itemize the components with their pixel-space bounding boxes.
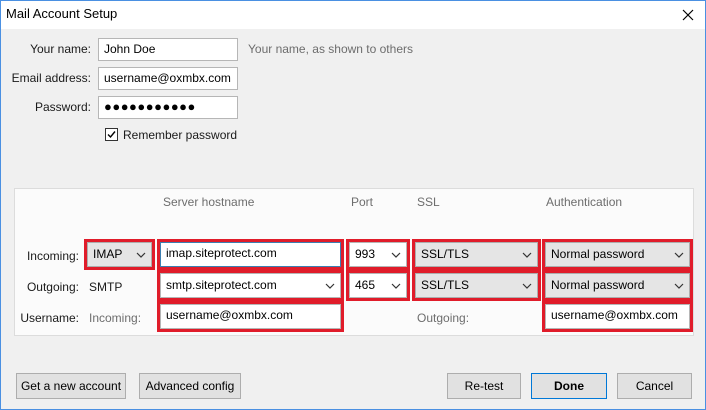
- close-icon: [682, 9, 694, 21]
- outgoing-protocol: SMTP: [89, 280, 123, 294]
- incoming-protocol-select[interactable]: IMAP: [87, 242, 152, 267]
- outgoing-hostname-select[interactable]: smtp.siteprotect.com: [160, 273, 341, 298]
- name-hint: Your name, as shown to others: [248, 42, 413, 56]
- column-header-hostname: Server hostname: [163, 195, 255, 209]
- outgoing-ssl-value: SSL/TLS: [421, 278, 470, 292]
- username-incoming-field[interactable]: username@oxmbx.com: [160, 304, 341, 329]
- chevron-down-icon: [522, 283, 532, 289]
- chevron-down-icon: [674, 252, 684, 258]
- outgoing-auth-value: Normal password: [551, 278, 645, 292]
- outgoing-hostname-value: smtp.siteprotect.com: [166, 278, 277, 292]
- username-outgoing-field[interactable]: username@oxmbx.com: [545, 304, 690, 329]
- email-field[interactable]: username@oxmbx.com: [98, 67, 238, 90]
- chevron-down-icon: [136, 252, 146, 258]
- username-label: Username:: [20, 311, 79, 325]
- name-label-text: Your name:: [30, 42, 91, 56]
- chevron-down-icon: [391, 283, 401, 289]
- checkmark-icon: [107, 131, 116, 139]
- window-title: Mail Account Setup: [6, 6, 118, 21]
- incoming-hostname-field[interactable]: imap.siteprotect.com: [160, 242, 341, 267]
- email-label: Email address:: [11, 71, 91, 85]
- chevron-down-icon: [325, 283, 335, 289]
- password-label: Password:: [34, 100, 91, 114]
- column-header-port: Port: [351, 195, 374, 209]
- column-header-ssl: SSL: [417, 195, 440, 209]
- outgoing-auth-select[interactable]: Normal password: [545, 273, 690, 298]
- advanced-config-button[interactable]: Advanced config: [139, 373, 241, 399]
- title-bar: Mail Account Setup: [1, 1, 705, 29]
- outgoing-ssl-select[interactable]: SSL/TLS: [415, 273, 538, 298]
- incoming-port-value: 993: [355, 247, 376, 261]
- remember-password-checkbox[interactable]: [105, 128, 118, 141]
- outgoing-port-select[interactable]: 465: [349, 273, 407, 298]
- outgoing-port-value: 465: [355, 278, 376, 292]
- password-field[interactable]: ●●●●●●●●●●●: [98, 96, 238, 119]
- incoming-auth-select[interactable]: Normal password: [545, 242, 690, 267]
- mail-account-setup-window: Mail Account Setup Your name: John Doe Y…: [0, 0, 706, 410]
- name-field[interactable]: John Doe: [98, 38, 238, 61]
- name-label: Your name:: [11, 42, 91, 56]
- remember-password-label[interactable]: Remember password: [123, 128, 237, 142]
- chevron-down-icon: [522, 252, 532, 258]
- incoming-auth-value: Normal password: [551, 247, 645, 261]
- chevron-down-icon: [674, 283, 684, 289]
- incoming-label: Incoming:: [26, 249, 79, 263]
- outgoing-label: Outgoing:: [26, 280, 79, 294]
- incoming-ssl-value: SSL/TLS: [421, 247, 470, 261]
- retest-button[interactable]: Re-test: [447, 373, 521, 399]
- username-incoming-label: Incoming:: [89, 311, 142, 325]
- done-button[interactable]: Done: [531, 373, 607, 399]
- get-new-account-button[interactable]: Get a new account: [16, 373, 126, 399]
- incoming-port-select[interactable]: 993: [349, 242, 407, 267]
- incoming-ssl-select[interactable]: SSL/TLS: [415, 242, 538, 267]
- chevron-down-icon: [391, 252, 401, 258]
- username-outgoing-label: Outgoing:: [417, 311, 470, 325]
- close-button[interactable]: [671, 1, 705, 29]
- cancel-button[interactable]: Cancel: [617, 373, 692, 399]
- incoming-protocol-value: IMAP: [93, 247, 123, 261]
- column-header-authentication: Authentication: [546, 195, 623, 209]
